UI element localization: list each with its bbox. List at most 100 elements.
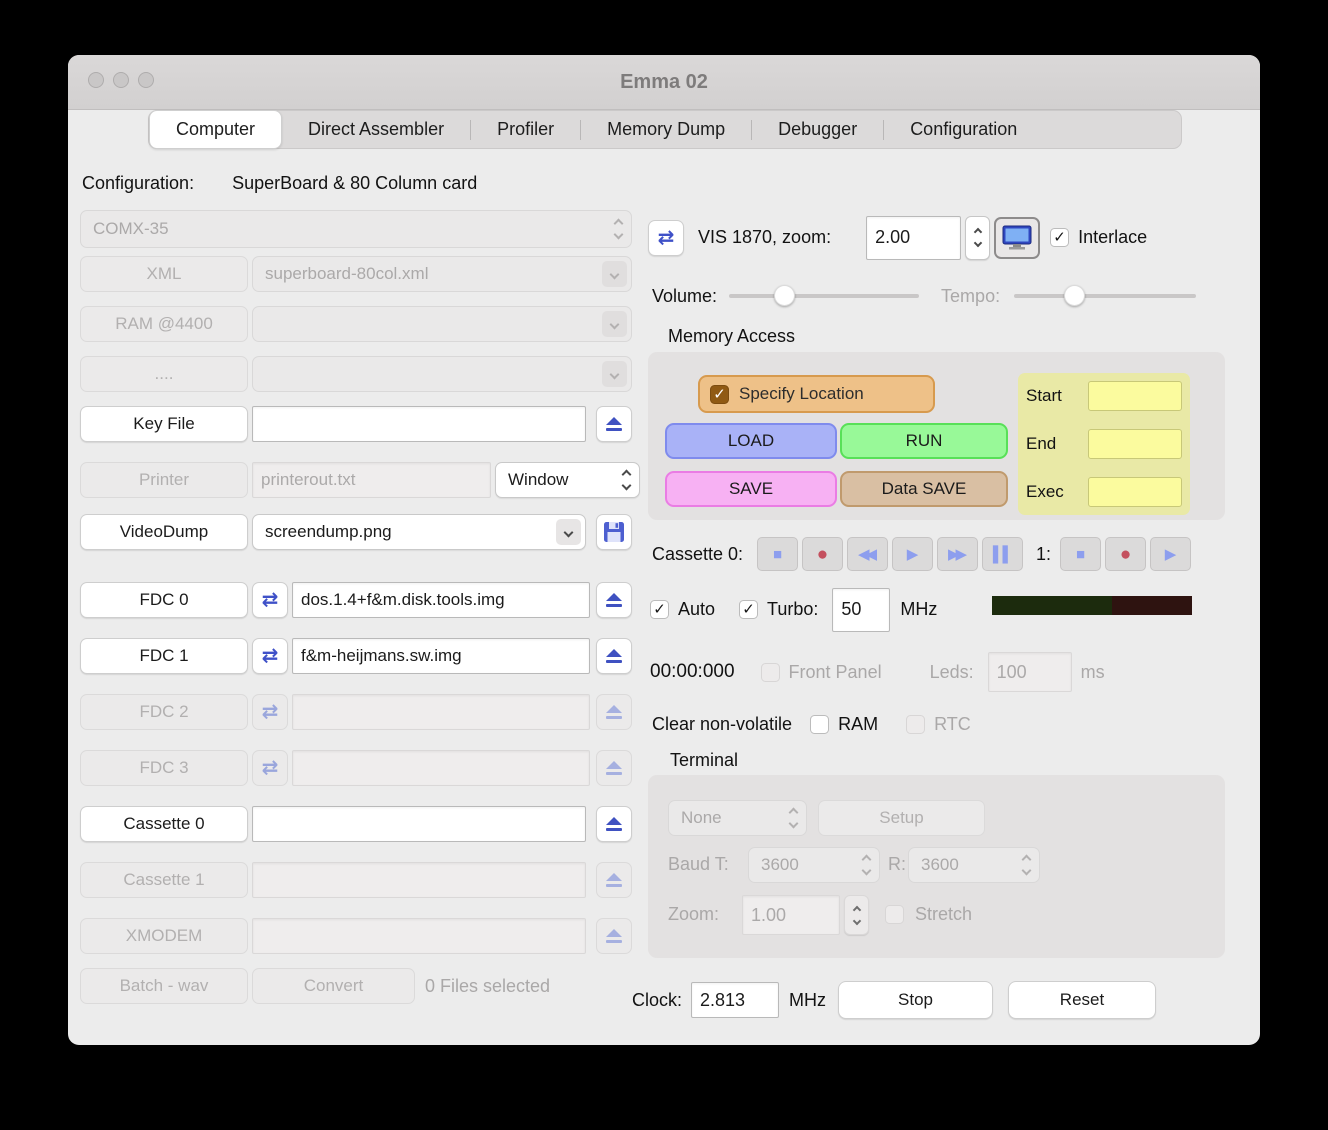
- play-icon: ▶: [1165, 547, 1177, 562]
- fdc1-refresh-button[interactable]: ⇄: [252, 638, 288, 674]
- printer-mode-select[interactable]: Window: [495, 462, 640, 498]
- eject-icon: [606, 817, 622, 831]
- fdc3-refresh-button: ⇄: [252, 750, 288, 786]
- stretch-label: Stretch: [915, 904, 972, 925]
- start-row: Start: [1026, 381, 1182, 411]
- minimize-window-button[interactable]: [113, 72, 129, 88]
- clear-nonvolatile-label: Clear non-volatile: [652, 714, 792, 735]
- dots-file-combo: [252, 356, 632, 392]
- terminal-title: Terminal: [670, 750, 738, 771]
- chevron-up-down-icon: [863, 856, 870, 874]
- close-window-button[interactable]: [88, 72, 104, 88]
- machine-select: COMX-35: [80, 210, 632, 248]
- eject-icon: [606, 593, 622, 607]
- stop-button[interactable]: Stop: [838, 981, 993, 1019]
- cassette0-eject-button[interactable]: [596, 806, 632, 842]
- configuration-line: Configuration: SuperBoard & 80 Column car…: [82, 173, 477, 194]
- end-label: End: [1026, 434, 1088, 454]
- tab-profiler[interactable]: Profiler: [471, 111, 580, 148]
- rewind-icon: ◀◀: [858, 547, 873, 562]
- cassette0-stop-button[interactable]: ■: [757, 537, 798, 571]
- clear-ram-checkbox[interactable]: [810, 715, 829, 734]
- turbo-level-meter: [992, 596, 1192, 615]
- full-screen-button[interactable]: [994, 217, 1040, 259]
- chevron-up-icon: [973, 228, 981, 236]
- tempo-slider-knob: [1064, 285, 1085, 306]
- specify-location-label: Specify Location: [739, 384, 864, 404]
- vis-zoom-label: VIS 1870, zoom:: [698, 227, 831, 248]
- fdc0-button[interactable]: FDC 0: [80, 582, 248, 618]
- printer-mode-value: Window: [508, 470, 568, 490]
- cassette1-controls-label: 1:: [1036, 544, 1051, 565]
- key-file-input[interactable]: [252, 406, 586, 442]
- tab-computer[interactable]: Computer: [149, 110, 282, 149]
- start-address-input[interactable]: [1088, 381, 1182, 411]
- vis-zoom-stepper[interactable]: [965, 216, 990, 260]
- cassette0-input[interactable]: [252, 806, 586, 842]
- cassette1-record-button[interactable]: ●: [1105, 537, 1146, 571]
- turbo-checkbox[interactable]: ✓: [739, 600, 758, 619]
- reset-button[interactable]: Reset: [1008, 981, 1156, 1019]
- fdc0-row: FDC 0 ⇄: [80, 582, 632, 618]
- right-column: ⇄ VIS 1870, zoom: ✓ Interlace Volume: Te…: [648, 55, 1225, 1045]
- turbo-mhz-unit: MHz: [900, 599, 937, 620]
- data-save-button[interactable]: Data SAVE: [840, 471, 1008, 507]
- volume-slider[interactable]: [729, 285, 919, 307]
- fdc0-disk-input[interactable]: [292, 582, 590, 618]
- run-button[interactable]: RUN: [840, 423, 1008, 459]
- video-dump-button[interactable]: VideoDump: [80, 514, 248, 550]
- cassette0-record-button[interactable]: ●: [802, 537, 843, 571]
- pause-icon: ▌▌: [993, 547, 1012, 562]
- tab-direct-assembler[interactable]: Direct Assembler: [282, 111, 470, 148]
- end-row: End: [1026, 429, 1182, 459]
- meter-red-segment: [1112, 596, 1192, 615]
- turbo-mhz-input[interactable]: [832, 588, 890, 632]
- cassette0-pause-button[interactable]: ▌▌: [982, 537, 1023, 571]
- end-address-input[interactable]: [1088, 429, 1182, 459]
- cassette0-play-button[interactable]: ▶: [892, 537, 933, 571]
- fdc0-refresh-button[interactable]: ⇄: [252, 582, 288, 618]
- chevron-up-down-icon: [615, 220, 622, 238]
- vis-zoom-input[interactable]: [866, 216, 961, 260]
- load-button[interactable]: LOAD: [665, 423, 837, 459]
- configuration-value: SuperBoard & 80 Column card: [232, 173, 477, 193]
- cassette1-stop-button[interactable]: ■: [1060, 537, 1101, 571]
- terminal-group: None Setup Baud T: 3600 R: 3600 Zoom: St…: [648, 775, 1225, 958]
- clock-mhz-input[interactable]: [691, 982, 779, 1018]
- emma02-window: Emma 02 Computer Direct Assembler Profil…: [68, 55, 1260, 1045]
- cassette0-forward-button[interactable]: ▶▶: [937, 537, 978, 571]
- eject-icon: [606, 649, 622, 663]
- interlace-checkbox[interactable]: ✓: [1050, 228, 1069, 247]
- fdc2-row: FDC 2 ⇄: [80, 694, 632, 730]
- exec-address-input[interactable]: [1088, 477, 1182, 507]
- cassette0-rewind-button[interactable]: ◀◀: [847, 537, 888, 571]
- fdc1-button[interactable]: FDC 1: [80, 638, 248, 674]
- volume-slider-knob[interactable]: [774, 285, 795, 306]
- fdc2-button: FDC 2: [80, 694, 248, 730]
- cassette0-button[interactable]: Cassette 0: [80, 806, 248, 842]
- key-file-eject-button[interactable]: [596, 406, 632, 442]
- play-icon: ▶: [907, 547, 919, 562]
- configuration-label: Configuration:: [82, 173, 194, 193]
- specify-location-toggle[interactable]: ✓ Specify Location: [698, 375, 935, 413]
- auto-checkbox[interactable]: ✓: [650, 600, 669, 619]
- fdc3-eject-button: [596, 750, 632, 786]
- key-file-button[interactable]: Key File: [80, 406, 248, 442]
- baud-t-label: Baud T:: [668, 854, 729, 875]
- specify-location-checkbox[interactable]: ✓: [710, 385, 729, 404]
- save-button[interactable]: SAVE: [665, 471, 837, 507]
- fdc1-eject-button[interactable]: [596, 638, 632, 674]
- video-dump-save-button[interactable]: [596, 514, 632, 550]
- eject-icon: [606, 873, 622, 887]
- vis-refresh-button[interactable]: ⇄: [648, 220, 684, 256]
- leds-ms-unit: ms: [1081, 662, 1105, 683]
- front-panel-checkbox: [761, 663, 780, 682]
- terminal-setup-button: Setup: [818, 800, 985, 836]
- meter-green-segment: [992, 596, 1112, 615]
- fdc0-eject-button[interactable]: [596, 582, 632, 618]
- cassette1-play-button[interactable]: ▶: [1150, 537, 1191, 571]
- fdc2-refresh-button: ⇄: [252, 694, 288, 730]
- zoom-window-button[interactable]: [138, 72, 154, 88]
- fdc1-disk-input[interactable]: [292, 638, 590, 674]
- video-dump-combo[interactable]: screendump.png: [252, 514, 586, 550]
